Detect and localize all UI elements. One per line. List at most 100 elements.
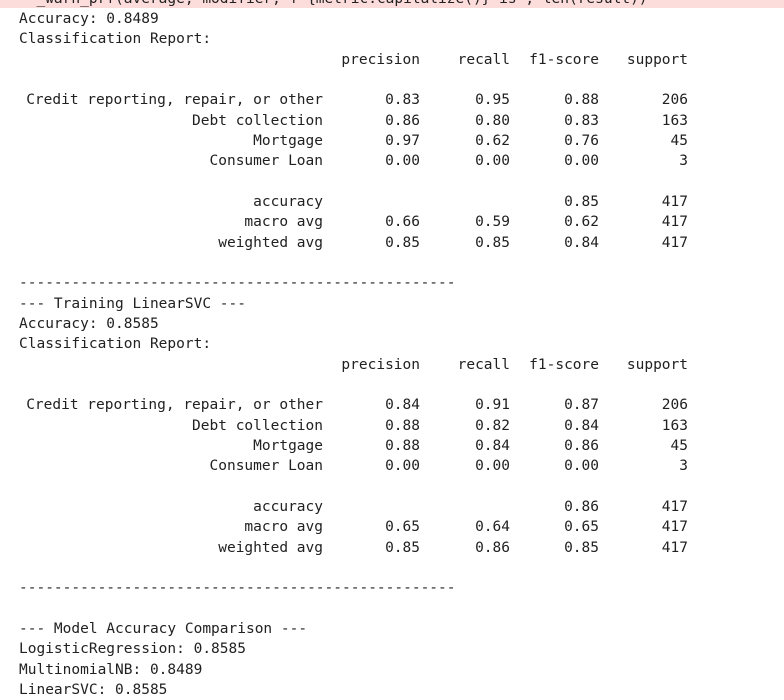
row-precision: 0.00 — [385, 153, 420, 170]
row-label: Mortgage — [253, 132, 323, 149]
row-precision: 0.86 — [385, 112, 420, 129]
row-label: Credit reporting, repair, or other — [26, 397, 323, 414]
summary-support: 417 — [661, 498, 688, 515]
row-recall: 0.82 — [475, 417, 510, 434]
report-row: Debt collection 0.86 0.80 0.83 163 — [19, 111, 779, 131]
accuracy-line: Accuracy: 0.8489 — [19, 11, 159, 27]
row-precision: 0.97 — [385, 132, 420, 149]
report-row: Debt collection 0.88 0.82 0.84 163 — [19, 416, 779, 436]
summary-label: weighted avg — [218, 234, 323, 251]
header-recall: recall — [457, 51, 510, 68]
summary-label: macro avg — [244, 214, 323, 231]
training-title-line: --- Training LinearSVC --- — [19, 295, 246, 312]
row-f1: 0.86 — [564, 437, 599, 454]
header-f1-score: f1-score — [529, 356, 599, 373]
report-header-row: precision recall f1-score support — [19, 355, 779, 375]
summary-f1: 0.86 — [564, 498, 599, 515]
row-label: Credit reporting, repair, or other — [26, 92, 323, 109]
comparison-line: MultinomialNB: 0.8489 — [19, 661, 203, 678]
row-recall: 0.00 — [475, 153, 510, 170]
summary-label: macro avg — [244, 519, 323, 536]
header-support: support — [626, 356, 688, 373]
comparison-title-line: --- Model Accuracy Comparison --- — [19, 620, 308, 637]
report-row: Mortgage 0.88 0.84 0.86 45 — [19, 436, 779, 456]
summary-f1: 0.62 — [564, 214, 599, 231]
row-f1: 0.83 — [564, 112, 599, 129]
summary-support: 417 — [661, 539, 688, 556]
report-row: Mortgage 0.97 0.62 0.76 45 — [19, 131, 779, 151]
summary-support: 417 — [661, 193, 688, 210]
row-recall: 0.62 — [475, 132, 510, 149]
summary-precision: 0.85 — [385, 234, 420, 251]
summary-row: macro avg 0.66 0.59 0.62 417 — [19, 212, 779, 232]
summary-row: weighted avg 0.85 0.86 0.85 417 — [19, 538, 779, 558]
summary-recall: 0.86 — [475, 539, 510, 556]
summary-f1: 0.85 — [564, 539, 599, 556]
header-support: support — [626, 51, 688, 68]
summary-support: 417 — [661, 519, 688, 536]
row-label: Debt collection — [192, 112, 323, 129]
row-label: Consumer Loan — [209, 153, 324, 170]
comparison-line: LinearSVC: 0.8585 — [19, 681, 168, 698]
summary-label: accuracy — [253, 498, 323, 515]
row-recall: 0.91 — [475, 397, 510, 414]
row-recall: 0.80 — [475, 112, 510, 129]
report-row: Credit reporting, repair, or other 0.84 … — [19, 395, 779, 415]
row-label: Consumer Loan — [209, 458, 324, 475]
row-f1: 0.00 — [564, 458, 599, 475]
row-f1: 0.84 — [564, 417, 599, 434]
accuracy-line: Accuracy: 0.8585 — [19, 315, 159, 332]
row-precision: 0.88 — [385, 417, 420, 434]
row-precision: 0.83 — [385, 92, 420, 109]
header-precision: precision — [341, 51, 420, 68]
summary-support: 417 — [661, 234, 688, 251]
row-support: 206 — [661, 92, 688, 109]
row-support: 163 — [661, 417, 688, 434]
row-precision: 0.84 — [385, 397, 420, 414]
row-recall: 0.84 — [475, 437, 510, 454]
row-precision: 0.00 — [385, 458, 420, 475]
summary-row: accuracy 0.85 417 — [19, 192, 779, 212]
summary-recall: 0.85 — [475, 234, 510, 251]
row-support: 45 — [670, 132, 688, 149]
row-support: 3 — [679, 458, 688, 475]
summary-label: weighted avg — [218, 539, 323, 556]
row-f1: 0.76 — [564, 132, 599, 149]
row-label: Debt collection — [192, 417, 323, 434]
row-precision: 0.88 — [385, 437, 420, 454]
summary-f1: 0.84 — [564, 234, 599, 251]
report-row: Credit reporting, repair, or other 0.83 … — [19, 90, 779, 110]
header-f1-score: f1-score — [529, 51, 599, 68]
report-header-row: precision recall f1-score support — [19, 50, 779, 70]
report-row: Consumer Loan 0.00 0.00 0.00 3 — [19, 151, 779, 171]
summary-precision: 0.65 — [385, 519, 420, 536]
header-precision: precision — [341, 356, 420, 373]
summary-recall: 0.64 — [475, 519, 510, 536]
summary-f1: 0.85 — [564, 193, 599, 210]
report-title: Classification Report: — [19, 31, 212, 48]
summary-f1: 0.65 — [564, 519, 599, 536]
header-recall: recall — [457, 356, 510, 373]
cell-output: Accuracy: 0.8489 Classification Report: … — [19, 9, 779, 700]
stderr-warning-band: _warn_prf(average, modifier, f"{metric.c… — [0, 0, 784, 8]
report-title: Classification Report: — [19, 336, 212, 353]
row-recall: 0.95 — [475, 92, 510, 109]
row-support: 45 — [670, 437, 688, 454]
row-support: 206 — [661, 397, 688, 414]
summary-precision: 0.66 — [385, 214, 420, 231]
comparison-line: LogisticRegression: 0.8585 — [19, 641, 246, 658]
summary-row: macro avg 0.65 0.64 0.65 417 — [19, 517, 779, 537]
report-row: Consumer Loan 0.00 0.00 0.00 3 — [19, 456, 779, 476]
summary-recall: 0.59 — [475, 214, 510, 231]
row-support: 163 — [661, 112, 688, 129]
separator-line: ----------------------------------------… — [19, 275, 456, 292]
summary-support: 417 — [661, 214, 688, 231]
stderr-warning-text: _warn_prf(average, modifier, f"{metric.c… — [19, 0, 647, 8]
